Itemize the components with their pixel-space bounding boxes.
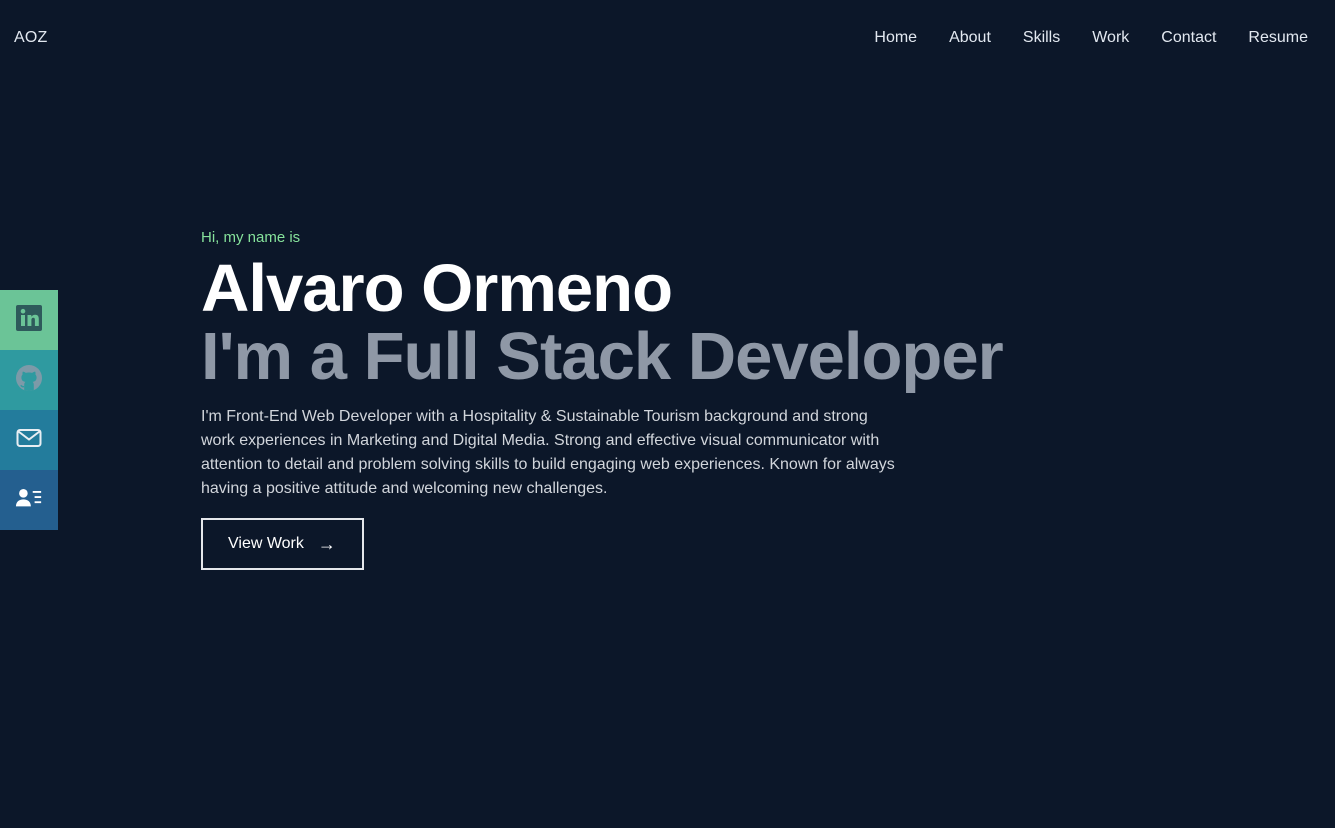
mail-icon <box>15 424 43 457</box>
greeting-text: Hi, my name is <box>201 229 301 246</box>
nav-home[interactable]: Home <box>874 29 917 47</box>
linkedin-icon <box>15 304 43 337</box>
contact-card-icon <box>15 484 43 517</box>
resume-link[interactable] <box>0 470 58 530</box>
arrow-right-icon: → <box>317 534 336 554</box>
nav-about[interactable]: About <box>949 29 991 47</box>
hero-section: Hi, my name is Alvaro Ormeno I'm a Full … <box>201 229 1101 570</box>
logo[interactable]: AOZ <box>14 29 48 47</box>
linkedin-link[interactable] <box>0 290 58 350</box>
hero-name: Alvaro Ormeno <box>201 251 673 326</box>
hero-bio: I'm Front-End Web Developer with a Hospi… <box>201 408 895 497</box>
main-nav: Home About Skills Work Contact Resume <box>874 29 1308 47</box>
hero-role: I'm a Full Stack Developer <box>201 319 1004 394</box>
social-sidebar <box>0 290 58 530</box>
nav-resume[interactable]: Resume <box>1248 29 1308 47</box>
nav-skills[interactable]: Skills <box>1023 29 1060 47</box>
view-work-label: View Work <box>228 535 304 552</box>
view-work-button[interactable]: View Work → <box>201 518 364 570</box>
github-link[interactable] <box>0 350 58 410</box>
page: AOZ Home About Skills Work Contact Resum… <box>0 0 1335 828</box>
email-link[interactable] <box>0 410 58 470</box>
nav-work[interactable]: Work <box>1092 29 1129 47</box>
github-icon <box>15 364 43 397</box>
nav-contact[interactable]: Contact <box>1161 29 1216 47</box>
site-header: AOZ Home About Skills Work Contact Resum… <box>0 0 1335 76</box>
